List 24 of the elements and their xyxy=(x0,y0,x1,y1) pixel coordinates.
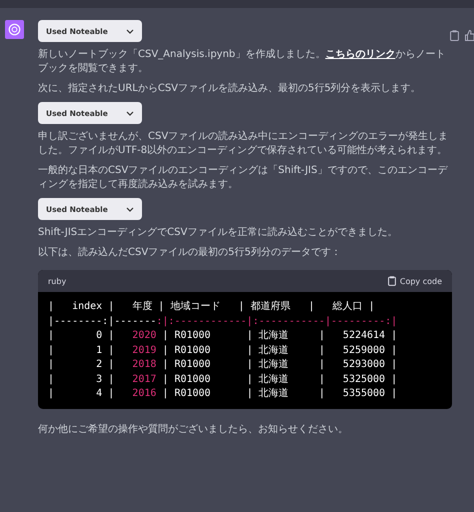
clipboard-icon xyxy=(388,276,396,286)
assistant-avatar-icon xyxy=(5,20,24,39)
notebook-link[interactable]: こちらのリンク xyxy=(325,49,396,60)
message-paragraph: 以下は、読み込んだCSVファイルの最初の5行5列分のデータです： xyxy=(38,246,342,260)
thumbs-up-icon[interactable] xyxy=(465,30,474,41)
code-line: | 4 | 2016 | R01000 | 北海道 | 5355000 | xyxy=(48,387,398,400)
code-line: | 3 | 2017 | R01000 | 北海道 | 5325000 | xyxy=(48,372,398,386)
code-line: | 2 | 2018 | R01000 | 北海道 | 5293000 | xyxy=(48,358,398,372)
clipboard-icon[interactable] xyxy=(450,30,459,41)
copy-code-button[interactable]: Copy code xyxy=(388,276,442,286)
message-paragraph: 新しいノートブック「CSV_Analysis.ipynb」を作成しました。こちらのリンクからノートブックを閲覧できます。 xyxy=(38,48,446,76)
code-language: ruby xyxy=(48,276,66,286)
code-line: | 1 | 2019 | R01000 | 北海道 | 5259000 | xyxy=(48,344,398,357)
message-paragraph: Shift-JISエンコーディングでCSVファイルを正常に読み込むことができました。 xyxy=(38,226,398,240)
code-line: | 0 | 2020 | R01000 | 北海道 | 5224614 | xyxy=(48,329,398,342)
chevron-down-icon xyxy=(126,110,134,116)
message-paragraph: 次に、指定されたURLからCSVファイルを読み込み、最初の5行5列分を表示します。 xyxy=(38,82,422,96)
code-line: |--------:|-------:|:------------|:-----------|---------:| xyxy=(48,314,398,328)
message-paragraph: 一般的な日本のCSVファイルのエンコーディングは「Shift-JIS」ですので、このエンコーディングを指定して再度読み込みを試みます。 xyxy=(38,164,449,192)
message-paragraph: 何か他にご希望の操作や質問がございましたら、お知らせください。 xyxy=(38,422,349,436)
chevron-down-icon xyxy=(126,28,134,34)
code-line: | index | 年度 | 地域コード | 都道府県 | 総人口 | xyxy=(48,300,376,314)
message-paragraph: 申し訳ございませんが、CSVファイルの読み込み中にエンコーディングのエラーが発生しました。ファイルがUTF-8以外のエンコーディングで保存されている可能性が考えられます。 xyxy=(38,130,450,158)
chevron-down-icon xyxy=(126,206,134,212)
